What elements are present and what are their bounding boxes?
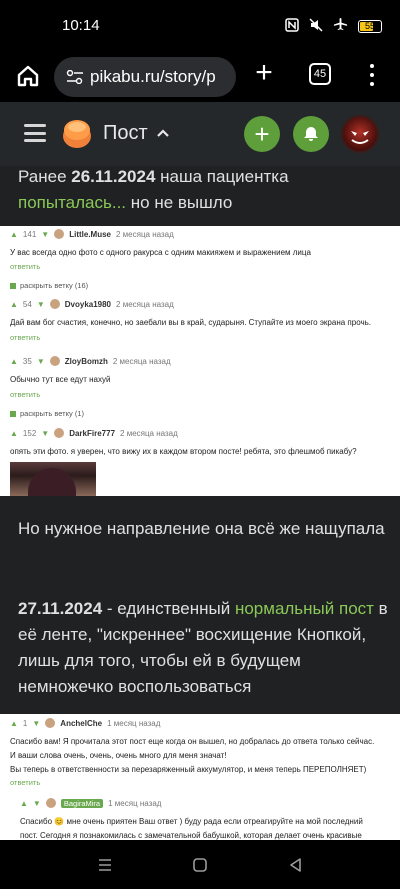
avatar [49,299,60,309]
post-link-2[interactable]: нормальный пост [235,599,374,618]
comment-photo [10,462,96,496]
overflow-menu-icon[interactable] [366,62,378,88]
comment-text: Спасибо 😊 мне очень приятен Ваш ответ ) … [20,817,363,826]
comment-meta: ▲ 54 ▼ Dvoyka1980 2 месяца назад [10,299,174,309]
status-icons: 55 [285,17,382,35]
home-button-icon[interactable] [190,855,210,875]
plus-icon [10,282,16,289]
comment-text: Спасибо вам! Я прочитала этот пост еще к… [10,737,375,746]
comment-text: Вы теперь в ответственности за перезаряж… [10,765,367,774]
reply-link: ответить [10,778,41,787]
reply-link: ответить [10,390,41,399]
site-settings-icon[interactable] [66,70,84,84]
status-bar: 10:14 55 [0,0,400,52]
nfc-icon [285,17,299,35]
comments-screenshot-2: ▲ 1 ▼ AnchelChe 1 месяц назад Спасибо вам! Я… [0,714,400,840]
comment-text: опять эти фото. я уверен, что вижу их в … [10,447,357,456]
tab-switcher-button[interactable]: 45 [309,63,331,85]
status-time: 10:14 [62,17,100,34]
notifications-button[interactable] [293,116,329,152]
post-content: Ранее 26.11.2024 наша пациентка попытала… [0,166,400,840]
reply-link: ответить [10,333,41,342]
hamburger-menu-icon[interactable] [24,124,46,142]
new-tab-icon[interactable]: + [252,58,276,88]
pikabu-logo[interactable] [60,116,94,150]
browser-toolbar: pikabu.ru/story/p + 45 [0,52,400,102]
comment-meta: ▲ 141 ▼ Little.Muse 2 месяца назад [10,229,174,239]
post-paragraph-3: 27.11.2024 - единственный нормальный пос… [18,599,388,696]
back-icon[interactable] [286,855,306,875]
comment-meta: ▲ 1 ▼ AnchelChe 1 месяц назад [10,718,161,728]
battery-icon: 55 [358,19,382,33]
comment-text: Дай вам бог счастия, конечно, но заебали… [10,318,372,327]
site-header: Пост + [0,102,400,166]
recent-apps-icon[interactable] [95,855,115,875]
comment-text: И ваши слова очень, очень, очень много д… [10,751,227,760]
url-text: pikabu.ru/story/p [90,67,216,86]
user-avatar[interactable] [341,115,379,153]
comment-text: Обычно тут все едут нахуй [10,375,111,384]
system-nav-bar [0,840,400,889]
comment-meta: ▲ ▼ BagiraMira 1 месяц назад [20,798,162,808]
comment-meta: ▲ 152 ▼ DarkFire777 2 месяца назад [10,428,178,438]
avatar [45,718,56,728]
header-title[interactable]: Пост [103,122,148,145]
comment-meta: ▲ 35 ▼ ZloyBomzh 2 месяца назад [10,356,171,366]
comment-text: У вас всегда одно фото с одного ракурса … [10,248,311,257]
avatar [49,356,60,366]
avatar [45,798,56,808]
post-link-1[interactable]: попыталась... [18,193,126,212]
expand-branch: раскрыть ветку (1) [10,409,84,418]
home-icon[interactable] [14,62,42,90]
add-post-button[interactable]: + [244,116,280,152]
chevron-up-icon[interactable] [157,128,169,138]
address-bar[interactable]: pikabu.ru/story/p [54,57,236,97]
mute-icon [309,17,323,35]
post-paragraph-1: Ранее 26.11.2024 наша пациентка попытала… [18,167,289,212]
plus-icon [10,410,16,417]
avatar [54,229,65,239]
expand-branch: раскрыть ветку (16) [10,281,88,290]
comments-screenshot-1: ▲ 141 ▼ Little.Muse 2 месяца назад У вас все… [0,226,400,496]
post-paragraph-2: Но нужное направление она всё же нащупал… [18,519,385,538]
bell-icon [304,127,318,141]
comment-text: пост. Сегодня я познакомилась с замечате… [20,831,362,840]
airplane-icon [333,17,348,35]
reply-link: ответить [10,262,41,271]
avatar [54,428,65,438]
